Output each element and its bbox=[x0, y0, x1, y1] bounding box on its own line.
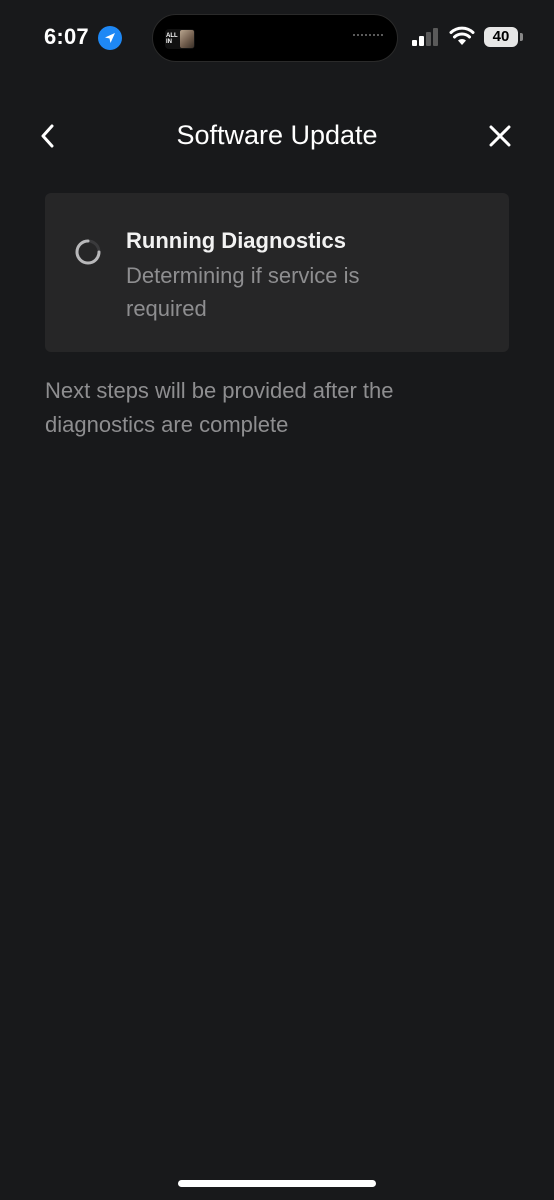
cellular-signal-icon bbox=[412, 28, 438, 46]
home-indicator[interactable] bbox=[178, 1180, 376, 1187]
wifi-icon bbox=[449, 26, 475, 45]
audio-waveform-icon bbox=[353, 34, 383, 36]
battery-cap bbox=[520, 33, 523, 41]
loading-spinner-icon bbox=[75, 239, 101, 265]
artwork-label: ALL IN bbox=[166, 33, 178, 45]
now-playing-artwork: ALL IN bbox=[165, 29, 195, 49]
diagnostics-description: Determining if service is required bbox=[126, 263, 360, 321]
battery-indicator: 40 bbox=[484, 27, 518, 47]
page-title: Software Update bbox=[176, 120, 378, 150]
close-icon bbox=[489, 125, 511, 147]
diagnostics-title: Running Diagnostics bbox=[126, 228, 346, 253]
status-time: 6:07 bbox=[44, 24, 89, 49]
close-button[interactable] bbox=[482, 118, 518, 154]
diagnostics-card: Running Diagnostics Determining if servi… bbox=[45, 193, 509, 352]
location-arrow-icon bbox=[98, 26, 122, 50]
next-steps-note: Next steps will be provided after the di… bbox=[45, 378, 394, 437]
dynamic-island[interactable]: ALL IN bbox=[152, 14, 398, 62]
artwork-photo bbox=[180, 30, 194, 48]
